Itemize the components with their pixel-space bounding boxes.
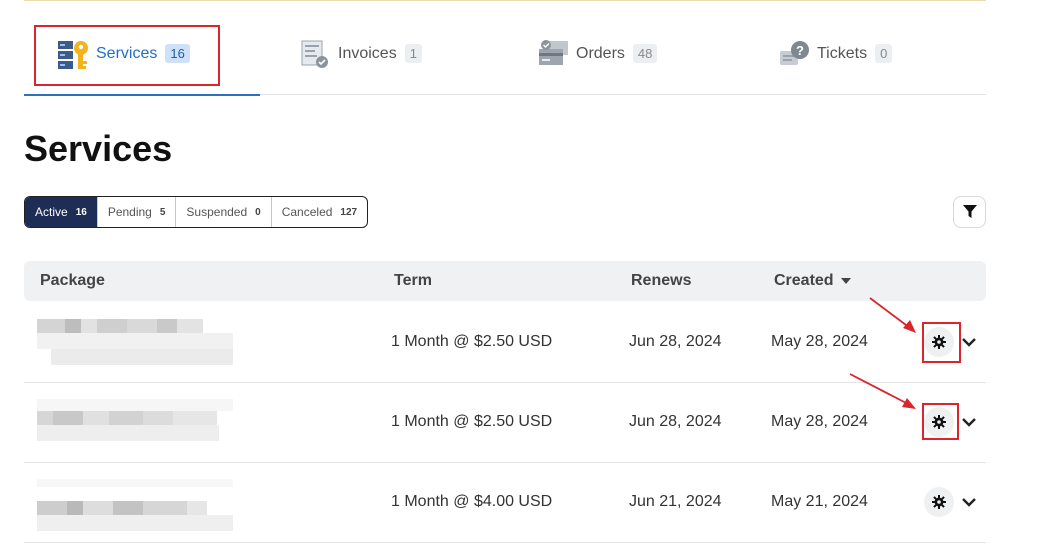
tab-label: Orders [576,44,625,62]
tab-services[interactable]: Services 16 [58,14,190,93]
status-filter-suspended[interactable]: Suspended 0 [176,197,272,227]
top-divider [24,0,986,1]
services-key-server-icon [58,39,88,69]
tab-tickets[interactable]: ? Tickets 0 [779,14,893,93]
term-cell: 1 Month @ $4.00 USD [391,493,553,510]
expand-chevron-button[interactable] [958,491,980,513]
tab-label: Tickets [817,44,868,62]
active-tab-underline [24,94,260,96]
manage-gear-button[interactable] [924,327,954,357]
tab-orders[interactable]: Orders 48 [538,14,658,93]
tab-count-badge: 48 [632,44,658,63]
column-header-term[interactable]: Term [394,261,432,301]
tab-count-badge: 16 [165,44,190,63]
chevron-down-icon [962,417,976,427]
status-count: 0 [255,206,261,218]
chevron-down-icon [962,497,976,507]
column-header-renews[interactable]: Renews [631,261,691,301]
status-filter-group: Active 16 Pending 5 Suspended 0 Canceled… [24,196,369,228]
chevron-down-icon [962,337,976,347]
term-cell: 1 Month @ $2.50 USD [391,413,553,430]
nav-tabs: Services 16 Invoices 1 Orders 48 ? Ticke… [24,14,986,96]
status-label: Active [35,205,68,219]
created-cell: May 21, 2024 [771,493,868,510]
invoice-icon [300,39,330,69]
status-count: 5 [159,206,166,218]
status-filter-canceled[interactable]: Canceled 127 [272,197,367,227]
table-header: Package Term Renews Created [24,261,986,301]
status-label: Canceled [281,205,333,219]
renews-cell: Jun 28, 2024 [629,413,722,430]
package-name-redacted [37,319,233,367]
status-label: Suspended [186,205,248,219]
gear-icon [932,495,946,509]
status-filter-active[interactable]: Active 16 [25,197,98,227]
expand-chevron-button[interactable] [958,411,980,433]
status-count: 16 [75,206,87,218]
table-row[interactable]: 1 Month @ $2.50 USD Jun 28, 2024 May 28,… [24,302,986,383]
renews-cell: Jun 28, 2024 [629,333,722,350]
table-row[interactable]: 1 Month @ $2.50 USD Jun 28, 2024 May 28,… [24,382,986,463]
orders-icon [538,39,568,69]
created-cell: May 28, 2024 [771,413,868,430]
tab-invoices[interactable]: Invoices 1 [300,14,422,93]
page-title: Services [24,128,173,169]
column-header-created[interactable]: Created [774,261,852,301]
gear-icon [932,415,946,429]
manage-gear-button[interactable] [924,407,954,437]
renews-cell: Jun 21, 2024 [629,493,722,510]
filter-button[interactable] [953,196,986,228]
package-name-redacted [37,479,233,531]
caret-down-icon [841,277,852,284]
tab-count-badge: 0 [875,44,893,63]
manage-gear-button[interactable] [924,487,954,517]
column-header-label: Created [774,272,834,289]
tab-count-badge: 1 [404,44,422,63]
tickets-icon: ? [779,39,809,69]
created-cell: May 28, 2024 [771,333,868,350]
status-filter-pending[interactable]: Pending 5 [98,197,177,227]
term-cell: 1 Month @ $2.50 USD [391,333,553,350]
status-label: Pending [107,205,152,219]
package-name-redacted [37,399,233,447]
column-header-package[interactable]: Package [40,261,105,301]
tab-label: Invoices [338,44,397,62]
expand-chevron-button[interactable] [958,331,980,353]
tab-label: Services [96,44,158,62]
status-count: 127 [340,206,358,218]
table-row[interactable]: 1 Month @ $4.00 USD Jun 21, 2024 May 21,… [24,462,986,543]
funnel-icon [962,205,977,218]
svg-text:?: ? [796,43,804,58]
gear-icon [932,335,946,349]
